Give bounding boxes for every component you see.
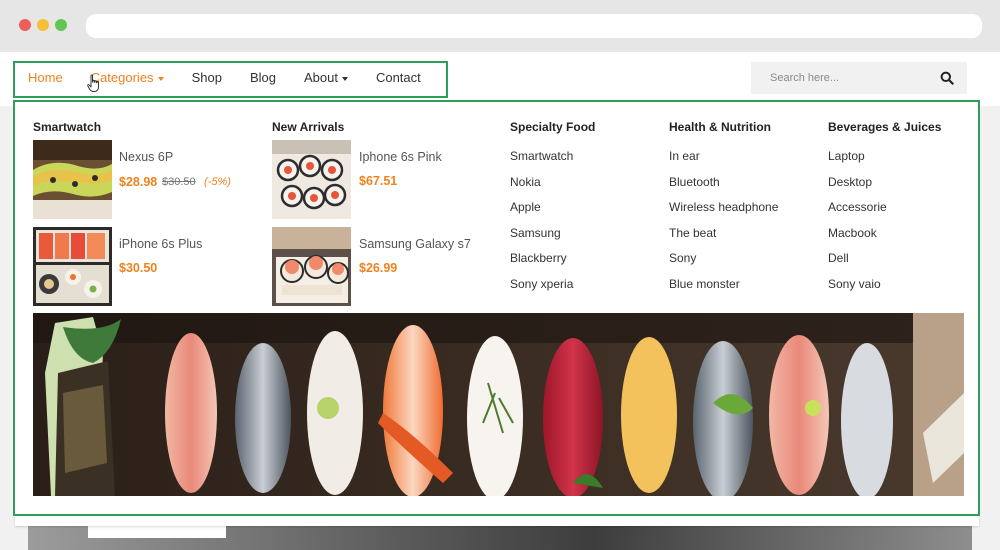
nav-highlight-frame (13, 61, 448, 98)
page: Home Categories Shop Blog About Contact … (0, 52, 1000, 550)
search-box (751, 62, 967, 94)
close-window-dot[interactable] (19, 19, 31, 31)
product-name[interactable]: Iphone 6s Pink (359, 150, 442, 164)
search-input[interactable] (751, 62, 931, 94)
site-header: Home Categories Shop Blog About Contact (0, 52, 1000, 106)
mega-menu-bottom-edge (15, 516, 979, 526)
menu-link[interactable]: The beat (669, 225, 778, 251)
product-name[interactable]: Samsung Galaxy s7 (359, 237, 471, 251)
product-image-samsung-galaxy-s7[interactable] (272, 227, 351, 306)
menu-link[interactable]: Samsung (510, 225, 573, 251)
column-title-smartwatch: Smartwatch (33, 120, 102, 134)
menu-link[interactable]: Desktop (828, 174, 887, 200)
product-name[interactable]: iPhone 6s Plus (119, 237, 202, 251)
column-title-specialty-food: Specialty Food (510, 120, 596, 134)
mega-menu: Smartwatch Nexus 6P $28.98 $30.50 (-5%) (13, 100, 980, 516)
menu-link[interactable]: Sony (669, 250, 778, 276)
browser-chrome (0, 0, 1000, 52)
menu-link[interactable]: Sony vaio (828, 276, 887, 302)
menu-link[interactable]: Wireless headphone (669, 199, 778, 225)
product-image-iphone-6s-plus[interactable] (33, 227, 112, 306)
column-title-new-arrivals: New Arrivals (272, 120, 345, 134)
specialty-food-links: Smartwatch Nokia Apple Samsung Blackberr… (510, 148, 573, 302)
menu-link[interactable]: Sony xperia (510, 276, 573, 302)
menu-link[interactable]: Accessorie (828, 199, 887, 225)
column-title-beverages-juices: Beverages & Juices (828, 120, 942, 134)
address-bar[interactable] (86, 14, 982, 38)
menu-link[interactable]: Apple (510, 199, 573, 225)
menu-link[interactable]: Blue monster (669, 276, 778, 302)
menu-link[interactable]: Smartwatch (510, 148, 573, 174)
product-price: $67.51 (359, 174, 398, 188)
health-nutrition-links: In ear Bluetooth Wireless headphone The … (669, 148, 778, 302)
menu-link[interactable]: In ear (669, 148, 778, 174)
product-price: $28.98 (119, 175, 158, 189)
menu-link[interactable]: Bluetooth (669, 174, 778, 200)
menu-link[interactable]: Nokia (510, 174, 573, 200)
product-discount: (-5%) (204, 176, 231, 188)
menu-link[interactable]: Laptop (828, 148, 887, 174)
product-image-nexus-6p[interactable] (33, 140, 112, 219)
menu-link[interactable]: Dell (828, 250, 887, 276)
menu-link[interactable]: Macbook (828, 225, 887, 251)
menu-link[interactable]: Blackberry (510, 250, 573, 276)
product-name[interactable]: Nexus 6P (119, 150, 173, 164)
column-title-health-nutrition: Health & Nutrition (669, 120, 771, 134)
search-icon[interactable] (940, 71, 954, 85)
product-price: $30.50 (119, 261, 158, 275)
maximize-window-dot[interactable] (55, 19, 67, 31)
product-image-iphone-6s-pink[interactable] (272, 140, 351, 219)
promo-banner-image[interactable] (33, 313, 964, 496)
product-price: $26.99 (359, 261, 398, 275)
product-old-price: $30.50 (162, 176, 196, 188)
beverages-juices-links: Laptop Desktop Accessorie Macbook Dell S… (828, 148, 887, 302)
minimize-window-dot[interactable] (37, 19, 49, 31)
hand-cursor-icon (87, 74, 99, 92)
